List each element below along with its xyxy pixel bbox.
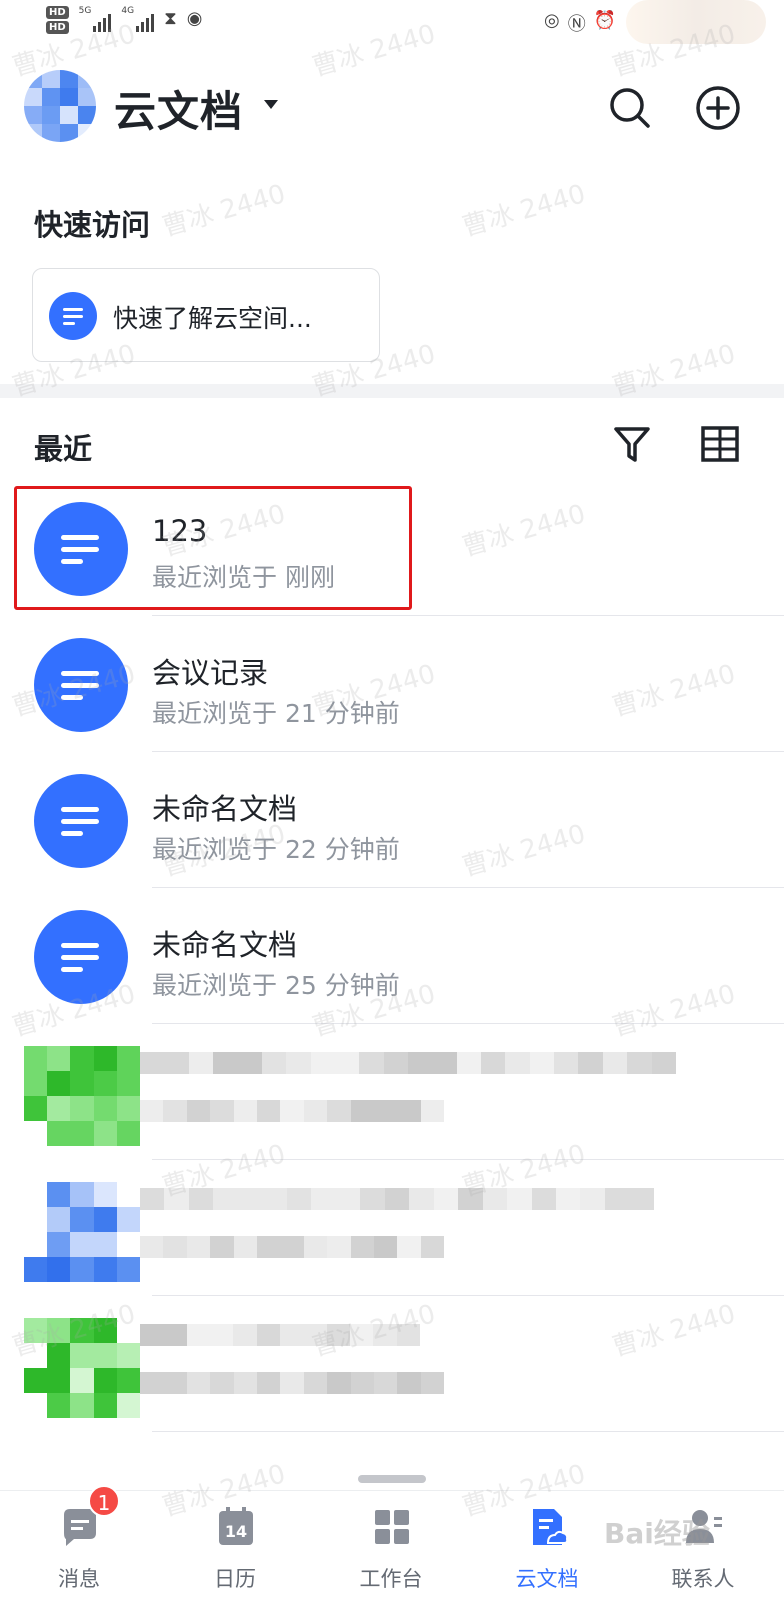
document-title: 未命名文档 bbox=[152, 792, 298, 826]
docs-icon bbox=[533, 1509, 568, 1545]
sim1-hd-badge: HD bbox=[46, 6, 69, 19]
tab-label: 联系人 bbox=[671, 1567, 735, 1591]
redacted-meta bbox=[140, 1372, 445, 1394]
redacted-title bbox=[140, 1188, 654, 1210]
redacted-avatar bbox=[24, 1182, 140, 1282]
recent-list: 123 最近浏览于 刚刚 会议记录 最近浏览于 21 分钟前 未命名文档 最近浏… bbox=[0, 480, 784, 1432]
filter-icon bbox=[614, 427, 650, 462]
list-item[interactable]: 未命名文档 最近浏览于 25 分钟前 bbox=[0, 888, 784, 1024]
document-title: 123 bbox=[152, 514, 208, 548]
brand-watermark: Bai经验 bbox=[604, 1517, 710, 1550]
document-title: 会议记录 bbox=[152, 656, 269, 690]
document-icon bbox=[34, 502, 128, 596]
sim2-hd-badge: HD bbox=[46, 21, 69, 34]
redacted-title bbox=[140, 1052, 676, 1074]
recent-heading: 最近 bbox=[34, 432, 93, 466]
redacted-status-area bbox=[626, 0, 766, 44]
list-item[interactable]: 会议记录 最近浏览于 21 分钟前 bbox=[0, 616, 784, 752]
grid-view-button[interactable] bbox=[698, 422, 742, 466]
document-icon bbox=[34, 774, 128, 868]
redacted-avatar bbox=[24, 1046, 140, 1146]
redacted-list-item[interactable] bbox=[0, 1296, 784, 1432]
eye-comfort-icon: ◎ bbox=[544, 10, 560, 31]
calendar-icon: 14 bbox=[219, 1507, 253, 1545]
sim-indicators: HD HD bbox=[46, 6, 69, 34]
signal-5g-icon: 5G bbox=[79, 6, 112, 32]
unread-badge: 1 bbox=[88, 1485, 120, 1517]
document-meta: 最近浏览于 22 分钟前 bbox=[152, 835, 400, 864]
calendar-day: 14 bbox=[225, 1522, 247, 1541]
document-icon bbox=[34, 910, 128, 1004]
redacted-avatar bbox=[24, 1318, 140, 1418]
redacted-title bbox=[140, 1324, 420, 1346]
quick-access-heading: 快速访问 bbox=[34, 208, 151, 242]
status-bar-left: HD HD 5G 4G ⧗ ◉ bbox=[46, 6, 202, 34]
list-item[interactable]: 未命名文档 最近浏览于 22 分钟前 bbox=[0, 752, 784, 888]
redacted-meta bbox=[140, 1236, 445, 1258]
app-header: 云文档 bbox=[0, 58, 784, 148]
user-avatar[interactable] bbox=[24, 70, 96, 142]
redacted-list-item[interactable] bbox=[0, 1024, 784, 1160]
document-meta: 最近浏览于 21 分钟前 bbox=[152, 699, 400, 728]
redacted-list-item[interactable] bbox=[0, 1160, 784, 1296]
tab-messages[interactable]: 1 消息 bbox=[4, 1485, 154, 1600]
tab-label: 消息 bbox=[58, 1567, 100, 1591]
add-button[interactable] bbox=[694, 84, 742, 132]
hourglass-icon: ⧗ bbox=[164, 8, 177, 29]
chevron-down-icon[interactable] bbox=[264, 100, 278, 109]
section-divider bbox=[0, 384, 784, 398]
document-icon bbox=[49, 292, 97, 340]
grid-view-icon bbox=[701, 426, 739, 462]
signal-4g-icon: 4G bbox=[121, 6, 155, 32]
quick-access-label: 快速了解云空间... bbox=[113, 304, 312, 333]
redacted-meta bbox=[140, 1100, 445, 1122]
plus-circle-icon bbox=[696, 86, 740, 130]
tab-label: 云文档 bbox=[515, 1567, 579, 1591]
nfc-icon: Ⓝ bbox=[567, 14, 586, 35]
tab-docs[interactable]: 云文档 bbox=[472, 1491, 622, 1600]
watermark-text: 曹冰 2440 bbox=[159, 179, 289, 243]
status-bar-right: ◎ Ⓝ ⏰ bbox=[544, 10, 616, 36]
page-title[interactable]: 云文档 bbox=[114, 78, 243, 139]
drag-handle[interactable] bbox=[358, 1475, 426, 1483]
filter-button[interactable] bbox=[610, 422, 654, 466]
watermark-text: 曹冰 2440 bbox=[459, 179, 589, 243]
document-title: 未命名文档 bbox=[152, 928, 298, 962]
document-meta: 最近浏览于 刚刚 bbox=[152, 563, 335, 592]
status-bar: HD HD 5G 4G ⧗ ◉ ◎ Ⓝ ⏰ bbox=[0, 0, 784, 48]
tab-label: 工作台 bbox=[359, 1567, 423, 1591]
search-icon bbox=[610, 88, 650, 128]
workspace-icon bbox=[375, 1510, 409, 1544]
notification-icon: ◉ bbox=[186, 8, 203, 29]
list-item[interactable]: 123 最近浏览于 刚刚 bbox=[0, 480, 784, 616]
tab-calendar[interactable]: 14 日历 bbox=[160, 1491, 310, 1600]
document-icon bbox=[34, 638, 128, 732]
tab-label: 日历 bbox=[214, 1567, 256, 1591]
document-meta: 最近浏览于 25 分钟前 bbox=[152, 971, 400, 1000]
search-button[interactable] bbox=[606, 84, 654, 132]
quick-access-card[interactable]: 快速了解云空间... bbox=[32, 268, 380, 362]
alarm-icon: ⏰ bbox=[593, 10, 617, 31]
tab-workspace[interactable]: 工作台 bbox=[316, 1491, 466, 1600]
